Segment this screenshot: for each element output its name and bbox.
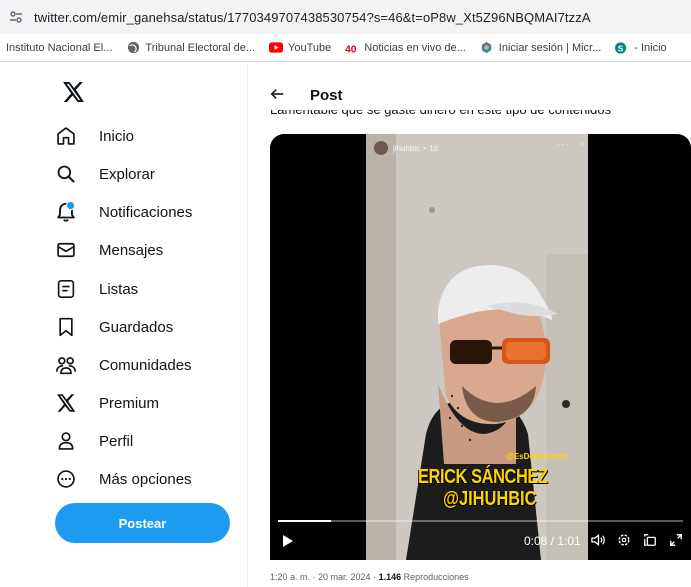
video-player[interactable]: jihuhbic • 1d ··· › @EsDeMamador ERICK S… [270,134,691,560]
sidebar-item-label: Premium [99,394,160,412]
page-title: Post [310,86,343,104]
gear-icon[interactable] [616,532,632,548]
bookmark-youtube[interactable]: YouTube [269,41,331,55]
sidebar: Inicio Explorar Notificaciones Mensajes … [0,62,255,587]
sidebar-item-label: Guardados [99,318,174,336]
x-logo-icon[interactable] [63,82,85,104]
sidebar-item-mensajes[interactable]: Mensajes [55,233,163,267]
globe-icon [126,41,140,55]
fullscreen-icon[interactable] [668,532,684,548]
sidebar-item-label: Comunidades [99,356,192,374]
video-caption-handle: @JIHUHBIC [443,488,537,510]
site-info-icon[interactable] [8,9,24,25]
video-controls: 0:08 / 1:01 [270,530,691,554]
sidebar-item-label: Mensajes [99,241,164,259]
sidebar-item-listas[interactable]: Listas [55,272,138,306]
story-header: jihuhbic • 1d [374,141,438,155]
person-icon [55,430,77,452]
bookmark-label: Tribunal Electoral de... [145,41,256,54]
sidebar-item-premium[interactable]: Premium [55,386,159,420]
view-count: 1.146 [378,572,402,582]
bookmark-noticias[interactable]: 40 Noticias en vivo de... [345,41,466,55]
sidebar-item-label: Explorar [99,165,155,183]
svg-text:40: 40 [345,44,357,53]
bell-icon [55,201,77,223]
chevron-right-icon: › [580,138,584,150]
volume-icon[interactable] [590,532,606,548]
bookmark-icon [55,316,77,338]
x-logo-icon [55,392,77,414]
sharepoint-icon: S [615,41,629,55]
back-arrow-icon[interactable] [270,87,286,103]
story-username: jihuhbic [393,143,421,153]
sidebar-item-mas-opciones[interactable]: Más opciones [55,462,192,496]
list-icon [55,278,77,300]
tweet-meta: 1:20 a. m. · 20 mar. 2024 · 1.146 Reprod… [270,572,469,582]
sidebar-item-label: Más opciones [99,470,192,488]
bookmark-label: Iniciar sesión | Micr... [498,41,602,54]
bookmark-label: Instituto Nacional El... [6,41,113,54]
sidebar-item-notificaciones[interactable]: Notificaciones [55,195,192,229]
video-time: 0:08 / 1:01 [524,534,581,548]
more-circle-icon [55,468,77,490]
svg-text:S: S [618,43,624,53]
sidebar-item-label: Inicio [99,127,135,145]
sidebar-item-perfil[interactable]: Perfil [55,424,133,458]
search-icon [55,163,77,185]
bookmark-label: YouTube [288,41,332,54]
video-frame: jihuhbic • 1d ··· › @EsDeMamador ERICK S… [366,134,588,560]
sidebar-item-label: Listas [99,280,139,298]
sidebar-item-guardados[interactable]: Guardados [55,310,173,344]
bookmark-ine[interactable]: Instituto Nacional El... [6,42,112,54]
bookmark-sharepoint[interactable]: S - Inicio [615,41,667,55]
bookmark-label: Noticias en vivo de... [364,41,466,54]
envelope-icon [55,239,77,261]
sidebar-item-label: Perfil [99,432,134,450]
news-icon: 40 [345,41,359,55]
picture-in-picture-icon[interactable] [642,532,658,548]
video-handle-overlay: @EsDeMamador [506,452,570,461]
tweet-timestamp[interactable]: 1:20 a. m. · 20 mar. 2024 · [270,572,379,582]
play-icon[interactable] [282,534,294,548]
view-count-label: Reproducciones [401,572,469,582]
video-progress-bar[interactable] [278,520,683,522]
youtube-icon [269,41,284,55]
bookmark-microsoft[interactable]: Iniciar sesión | Micr... [480,41,602,55]
url-text[interactable]: twitter.com/emir_ganehsa/status/17703497… [34,10,591,25]
bookmark-label: - Inicio [634,41,667,54]
post-button[interactable]: Postear [55,503,230,543]
sidebar-item-label: Notificaciones [99,203,193,221]
sidebar-item-inicio[interactable]: Inicio [55,119,134,153]
story-age: 1d [428,143,438,153]
communities-icon [55,354,77,376]
video-caption-name: ERICK SÁNCHEZ [418,466,548,488]
sidebar-item-comunidades[interactable]: Comunidades [55,348,192,382]
post-header: Post [256,80,691,110]
sidebar-item-explorar[interactable]: Explorar [55,157,155,191]
bookmarks-bar: Instituto Nacional El... Tribunal Electo… [0,34,691,62]
bookmark-tribunal[interactable]: Tribunal Electoral de... [126,41,255,55]
microsoft-icon [480,41,494,55]
avatar [374,141,388,155]
address-bar[interactable]: twitter.com/emir_ganehsa/status/17703497… [0,0,691,34]
video-progress-fill [278,520,331,522]
column-divider [247,62,248,587]
home-icon [55,125,77,147]
more-dots-icon: ··· [557,139,570,150]
